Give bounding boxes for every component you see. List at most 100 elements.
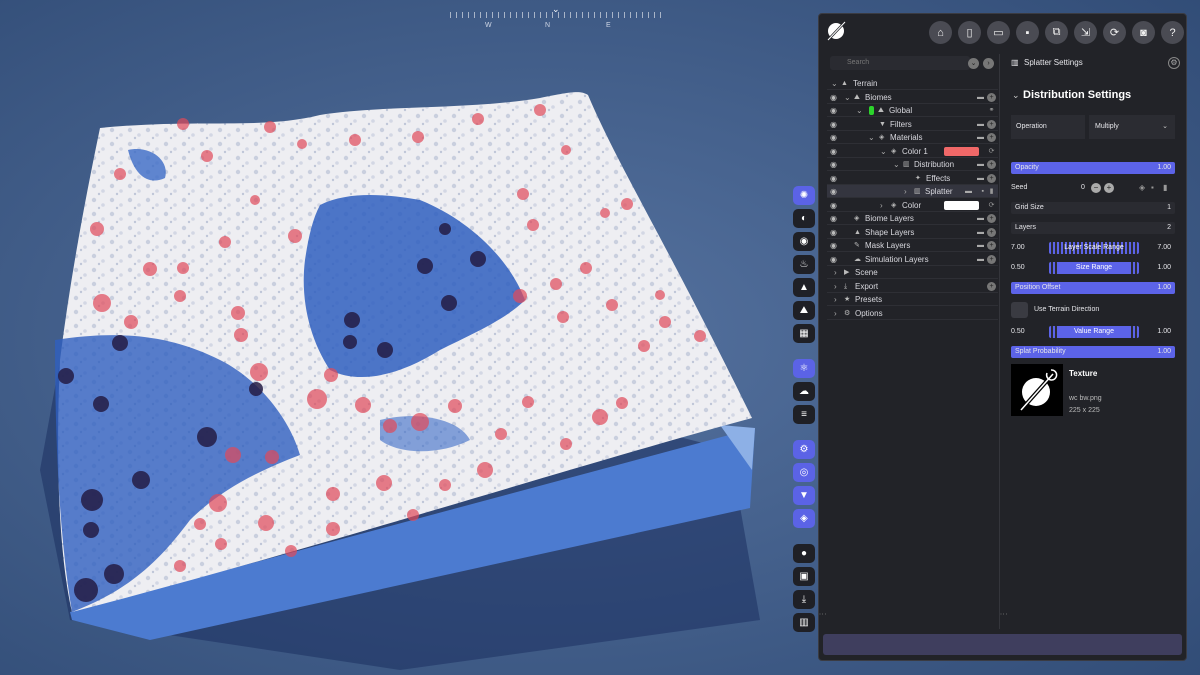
add-icon[interactable]: + (987, 133, 996, 142)
chevron-down-icon[interactable]: ⌄ (831, 77, 838, 90)
add-icon[interactable]: + (987, 281, 996, 291)
chevron-right-icon[interactable]: › (834, 307, 837, 320)
refresh-icon[interactable]: ⟳ (1103, 21, 1126, 44)
splat-probability-slider[interactable]: Splat Probability 1.00 (1011, 346, 1175, 358)
size-range-max[interactable]: 1.00 (1157, 262, 1171, 274)
chevron-down-icon[interactable]: ⌄ (856, 104, 863, 117)
size-range-min[interactable]: 0.50 (1011, 262, 1025, 274)
save-icon[interactable]: ▪ (982, 185, 984, 198)
tree-row-effects[interactable]: ◉ ✦ Effects ▬ + (827, 172, 998, 185)
splatter-icon[interactable]: ✺ (793, 186, 815, 205)
folder-icon[interactable]: ▬ (977, 212, 984, 225)
value-range-max[interactable]: 1.00 (1157, 326, 1171, 338)
layers-lines-icon[interactable]: ≡ (793, 405, 815, 424)
chevron-down-icon[interactable]: ⌄ (893, 158, 900, 171)
tree-row-terrain[interactable]: ⌄ ▲ Terrain (827, 77, 998, 91)
tree-row-mask-layers[interactable]: ◉ ✎ Mask Layers ▬ + (827, 239, 998, 253)
chevron-right-icon[interactable]: › (834, 293, 837, 306)
visibility-eye-icon[interactable]: ◉ (830, 131, 837, 144)
layers-field[interactable]: Layers 2 (1011, 222, 1175, 234)
value-range-slider[interactable]: 0.50 Value Range 1.00 (1011, 326, 1175, 338)
home-icon[interactable]: ⌂ (929, 21, 952, 44)
tree-row-global[interactable]: ◉ ⌄ ⛰ Global ⚭ (827, 104, 998, 118)
tree-row-scene[interactable]: › ▶ Scene (827, 266, 998, 280)
chevron-down-icon[interactable]: ⌄ (1012, 90, 1020, 101)
folder-icon[interactable]: ▬ (965, 185, 972, 198)
add-icon[interactable]: + (987, 214, 996, 223)
opacity-slider[interactable]: Opacity 1.00 (1011, 162, 1175, 174)
visibility-eye-icon[interactable]: ◉ (830, 226, 837, 239)
cube-icon[interactable]: ◈ (1139, 182, 1145, 194)
visibility-eye-icon[interactable]: ◉ (830, 185, 837, 198)
record-icon[interactable]: ● (793, 544, 815, 563)
tree-row-presets[interactable]: › ★ Presets (827, 293, 998, 307)
gear-icon[interactable]: ⚙ (1168, 57, 1180, 69)
open-folder-icon[interactable]: ▭ (987, 21, 1010, 44)
save-icon[interactable]: ▪ (1016, 21, 1039, 44)
delete-icon[interactable]: ▮ (987, 187, 996, 196)
refresh-icon[interactable]: ⟳ (987, 201, 996, 210)
color-1-swatch[interactable] (944, 146, 979, 156)
visibility-eye-icon[interactable]: ◉ (830, 253, 837, 266)
visibility-eye-icon[interactable]: ◉ (830, 212, 837, 225)
size-range-slider[interactable]: 0.50 Size Range 1.00 (1011, 262, 1175, 274)
visibility-eye-icon[interactable]: ◉ (830, 158, 837, 171)
grid-icon[interactable]: ▦ (793, 324, 815, 343)
chevron-right-icon[interactable]: › (904, 185, 907, 198)
add-icon[interactable]: + (987, 160, 996, 169)
chevron-down-icon[interactable]: ⌄ (880, 145, 887, 158)
folder-icon[interactable]: ▬ (977, 158, 984, 171)
chevron-right-icon[interactable]: › (834, 266, 837, 279)
save-icon[interactable]: ▪ (1151, 182, 1154, 194)
stack-icon[interactable]: ◈ (793, 509, 815, 528)
folder-icon[interactable]: ▬ (977, 239, 984, 252)
tree-row-filters[interactable]: ◉ ▼ Filters ▬ + (827, 118, 998, 131)
resize-handle-middle[interactable]: ⋮ (999, 610, 1008, 618)
tree-row-color[interactable]: ◉ › ◈ Color ⟳ (827, 199, 998, 212)
tree-row-distribution[interactable]: ◉ ⌄ ▥ Distribution ▬ + (827, 158, 998, 172)
tree-row-biomes[interactable]: ◉ ⌄ ⛰ Biomes ▬ + (827, 91, 998, 104)
clouds-icon[interactable]: ☁ (793, 382, 815, 401)
mountain-icon[interactable]: ▲ (793, 278, 815, 297)
search-input[interactable]: Search (830, 56, 970, 70)
gradient-icon[interactable]: ◉ (793, 232, 815, 251)
panel-divider[interactable] (999, 54, 1000, 629)
chevron-right-icon[interactable]: › (880, 199, 883, 212)
tree-row-simulation-layers[interactable]: ◉ ☁ Simulation Layers ▬ + (827, 253, 998, 266)
texture-preview[interactable] (1011, 364, 1063, 416)
collapse-all-button[interactable]: ⌄ (968, 58, 979, 69)
layer-scale-max[interactable]: 7.00 (1157, 242, 1171, 254)
export-icon[interactable]: ⇲ (1074, 21, 1097, 44)
link-icon[interactable]: ⚭ (987, 106, 996, 115)
help-icon[interactable]: ? (1161, 21, 1184, 44)
use-terrain-direction-checkbox[interactable] (1011, 302, 1028, 318)
resize-handle-left[interactable]: ⋮ (818, 610, 827, 618)
folder-icon[interactable]: ▬ (977, 91, 984, 104)
tree-row-shape-layers[interactable]: ◉ ▲ Shape Layers ▬ + (827, 226, 998, 239)
tree-row-options[interactable]: › ⚙ Options (827, 307, 998, 320)
folder-icon[interactable]: ▬ (977, 226, 984, 239)
layer-scale-min[interactable]: 7.00 (1011, 242, 1025, 254)
folder-icon[interactable]: ▬ (977, 118, 984, 131)
folder-icon[interactable]: ▬ (977, 172, 984, 185)
add-icon[interactable]: + (987, 119, 996, 129)
settings-cog-icon[interactable]: ⚙ (793, 440, 815, 459)
add-icon[interactable]: + (987, 92, 996, 102)
delete-icon[interactable]: ▮ (1163, 182, 1167, 194)
visibility-eye-icon[interactable]: ◉ (830, 104, 837, 117)
visibility-eye-icon[interactable]: ◉ (830, 199, 837, 212)
color-icon[interactable]: ◐ (793, 209, 815, 228)
new-file-icon[interactable]: ▯ (958, 21, 981, 44)
visibility-eye-icon[interactable]: ◉ (830, 91, 837, 104)
download-icon[interactable]: ⤓ (793, 590, 815, 609)
eye-icon[interactable]: ◎ (793, 463, 815, 482)
fire-icon[interactable]: ♨ (793, 255, 815, 274)
visibility-eye-icon[interactable]: ◉ (830, 239, 837, 252)
position-offset-slider[interactable]: Position Offset 1.00 (1011, 282, 1175, 294)
refresh-icon[interactable]: ⟳ (987, 147, 996, 156)
expand-all-button[interactable]: › (983, 58, 994, 69)
compass[interactable]: ⌄ W N E (450, 4, 665, 32)
atom-icon[interactable]: ⚛ (793, 359, 815, 378)
add-icon[interactable]: + (987, 227, 996, 237)
seed-value[interactable]: 0 (1081, 182, 1085, 194)
